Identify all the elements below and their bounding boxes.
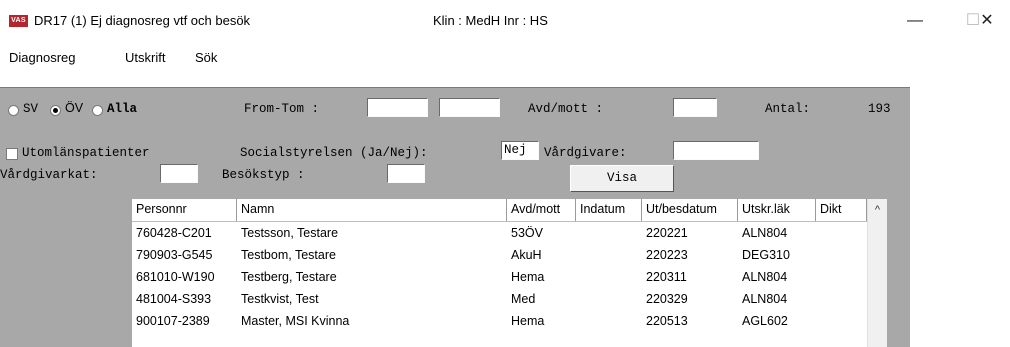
window-title: DR17 (1) Ej diagnosreg vtf och besök [34,13,251,28]
table-row[interactable]: 760428-C201 Testsson, Testare 53ÖV 22022… [132,222,867,244]
table-row[interactable]: 481004-S393 Testkvist, Test Med 220329 A… [132,288,867,310]
radio-sv[interactable] [8,105,19,116]
socialstyrelsen-input[interactable]: Nej [501,141,539,160]
tom-date-input[interactable] [439,98,500,117]
col-header-dikt[interactable]: Dikt [816,199,867,221]
scroll-up-arrow-icon[interactable]: ^ [868,199,887,221]
vertical-scrollbar[interactable]: ^ [867,199,887,347]
vardgivare-input[interactable] [673,141,759,160]
cell-namn: Testberg, Testare [241,270,337,284]
col-header-personnr[interactable]: Personnr [132,199,237,221]
radio-ov-label: ÖV [65,101,84,115]
radio-ov[interactable] [50,105,61,116]
table-header: Personnr Namn Avd/mott Indatum Ut/besdat… [132,199,867,222]
cell-personnr: 681010-W190 [136,270,215,284]
cell-personnr: 790903-G545 [136,248,213,262]
cell-ut-besdatum: 220311 [646,270,687,284]
cell-ut-besdatum: 220329 [646,292,688,306]
cell-dikt [816,266,867,288]
menu-diagnosreg[interactable]: Diagnosreg [9,50,76,65]
table-row[interactable]: 790903-G545 Testbom, Testare AkuH 220223… [132,244,867,266]
cell-namn: Master, MSI Kvinna [241,314,350,328]
cell-personnr: 760428-C201 [136,226,212,240]
window-context: Klin : MedH Inr : HS [433,13,548,28]
vardgivarkat-label: Vårdgivarkat: [0,168,98,182]
vardgivarkat-input[interactable] [160,164,198,183]
avd-mott-input[interactable] [673,98,717,117]
cell-dikt [816,222,867,244]
app-logo-icon: VAS [9,15,28,27]
cell-personnr: 481004-S393 [136,292,212,306]
cell-avd-mott: 53ÖV [511,226,543,240]
cell-avd-mott: AkuH [511,248,542,262]
utomlans-label: Utomlänspatienter [22,146,150,160]
close-button[interactable]: ✕ [964,6,1010,36]
col-header-utskr-lak[interactable]: Utskr.läk [738,199,816,221]
cell-ut-besdatum: 220223 [646,248,688,262]
besokstyp-input[interactable] [387,164,425,183]
cell-dikt [816,288,867,310]
table-row[interactable]: 681010-W190 Testberg, Testare Hema 22031… [132,266,867,288]
cell-utskr-lak: ALN804 [742,226,788,240]
cell-indatum [576,266,642,288]
radio-alla[interactable] [92,105,103,116]
cell-utskr-lak: DEG310 [742,248,790,262]
cell-indatum [576,222,642,244]
cell-utskr-lak: ALN804 [742,270,788,284]
col-header-avd-mott[interactable]: Avd/mott [507,199,576,221]
menu-utskrift[interactable]: Utskrift [125,50,165,65]
cell-indatum [576,244,642,266]
table-row[interactable]: 900107-2389 Master, MSI Kvinna Hema 2205… [132,310,867,332]
cell-avd-mott: Med [511,292,536,306]
cell-dikt [816,244,867,266]
visa-button-label: Visa [606,171,637,185]
visa-button[interactable]: Visa [570,165,674,192]
cell-dikt [816,310,867,332]
cell-personnr: 900107-2389 [136,314,210,328]
cell-ut-besdatum: 220513 [646,314,688,328]
cell-indatum [576,288,642,310]
radio-sv-label: SV [23,102,39,116]
cell-utskr-lak: AGL602 [742,314,788,328]
cell-utskr-lak: ALN804 [742,292,788,306]
from-date-input[interactable] [367,98,428,117]
besokstyp-label: Besökstyp : [222,168,305,182]
socialstyrelsen-label: Socialstyrelsen (Ja/Nej): [240,146,428,160]
antal-value: 193 [868,102,891,116]
menu-sok[interactable]: Sök [195,50,217,65]
antal-label: Antal: [765,102,811,116]
avd-mott-label: Avd/mott : [528,102,604,116]
cell-avd-mott: Hema [511,270,545,284]
vardgivare-label: Vårdgivare: [544,146,627,160]
cell-namn: Testbom, Testare [241,248,336,262]
cell-avd-mott: Hema [511,314,545,328]
minimize-button[interactable]: — [892,6,938,36]
col-header-namn[interactable]: Namn [237,199,507,221]
cell-namn: Testkvist, Test [241,292,319,306]
from-tom-label: From-Tom : [244,102,320,116]
radio-alla-label: Alla [107,102,138,116]
col-header-indatum[interactable]: Indatum [576,199,642,221]
cell-indatum [576,310,642,332]
col-header-ut-besdatum[interactable]: Ut/besdatum [642,199,738,221]
cell-namn: Testsson, Testare [241,226,339,240]
cell-ut-besdatum: 220221 [646,226,688,240]
utomlans-checkbox[interactable] [6,148,18,160]
results-table: Personnr Namn Avd/mott Indatum Ut/besdat… [132,199,887,347]
